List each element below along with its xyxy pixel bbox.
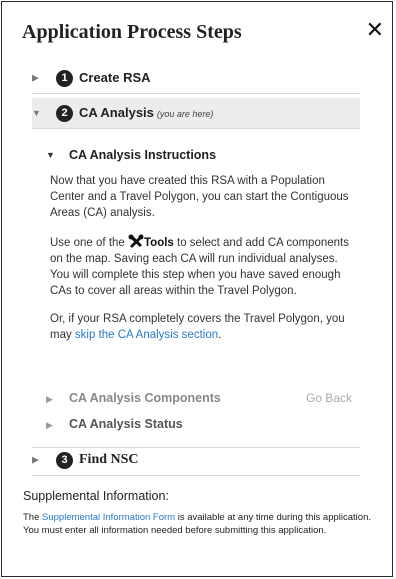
tools-icon [128, 234, 144, 248]
skip-ca-analysis-link[interactable]: skip the CA Analysis section [75, 329, 218, 341]
step-number-badge: 2 [56, 105, 73, 122]
supplemental-heading: Supplemental Information: [23, 489, 169, 503]
instructions-paragraph-2: Use one of the Tools to select and add C… [50, 234, 360, 299]
step-find-nsc-spacer [32, 417, 360, 448]
process-steps-panel: Application Process Steps ✕ ▶ 1 Create R… [1, 1, 393, 577]
chevron-down-icon: ▼ [32, 108, 41, 118]
step-label: Find NSC [79, 452, 139, 467]
supplemental-text: The Supplemental Information Form is ava… [23, 511, 383, 537]
chevron-right-icon: ▶ [32, 454, 39, 465]
paragraph-text: Use one of the [50, 237, 128, 249]
step-find-nsc[interactable]: ▶ 3 Find NSC [32, 445, 360, 476]
supplemental-text-part: The [23, 512, 43, 523]
step-label: Create RSA [79, 70, 151, 85]
panel-header: Application Process Steps ✕ [2, 2, 392, 62]
tools-label: Tools [144, 237, 174, 249]
step-create-rsa[interactable]: ▶ 1 Create RSA [32, 63, 360, 94]
instructions-paragraph-1: Now that you have created this RSA with … [50, 175, 349, 219]
step-ca-analysis[interactable]: ▼ 2 CA Analysis (you are here) [32, 98, 360, 129]
step-number-badge: 3 [56, 452, 73, 469]
close-icon[interactable]: ✕ [366, 19, 384, 41]
chevron-right-icon: ▶ [32, 72, 39, 83]
chevron-right-icon: ▶ [46, 394, 53, 404]
paragraph-text: . [218, 329, 222, 341]
step-number-badge: 1 [56, 70, 73, 87]
you-are-here-note: (you are here) [156, 109, 214, 119]
step-label-text: CA Analysis [79, 105, 154, 120]
panel-title: Application Process Steps [22, 21, 242, 43]
step-label: CA Analysis (you are here) [79, 105, 213, 120]
ca-instructions-title[interactable]: CA Analysis Instructions [69, 148, 216, 162]
go-back-button[interactable]: Go Back [306, 391, 352, 405]
ca-components-title[interactable]: CA Analysis Components [69, 391, 221, 405]
divider [32, 418, 360, 419]
instructions-paragraph-3: Or, if your RSA completely covers the Tr… [50, 311, 360, 343]
chevron-down-icon: ▼ [46, 150, 55, 160]
supplemental-form-link[interactable]: Supplemental Information Form [42, 512, 175, 523]
